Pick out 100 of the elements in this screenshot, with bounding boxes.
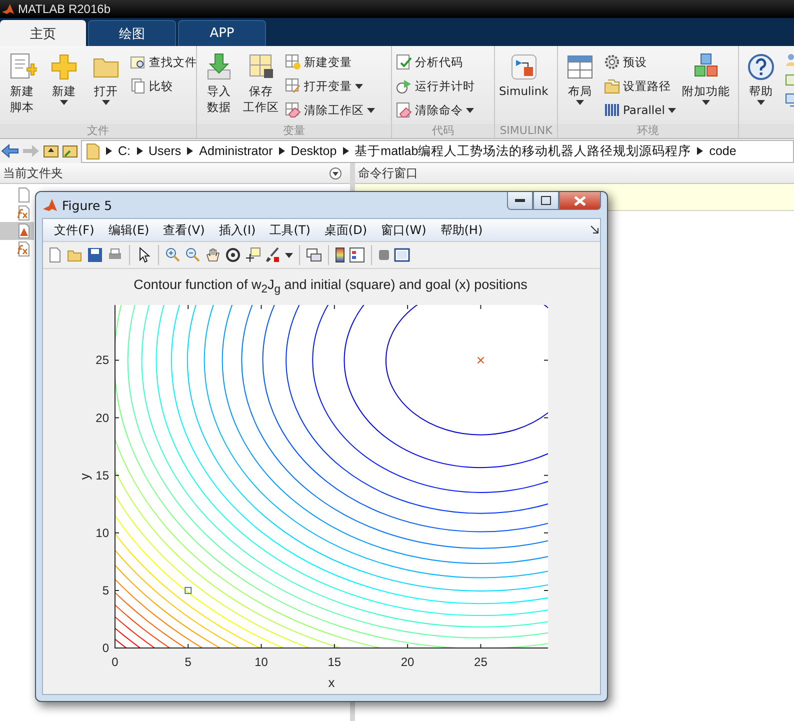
colorbar-icon[interactable]: [335, 247, 345, 263]
help-icon: [746, 52, 776, 82]
axis-label: y: [76, 473, 92, 480]
ribbon-button[interactable]: 布局: [562, 50, 598, 105]
ribbon-button[interactable]: 新建: [46, 50, 82, 105]
stopwatch-icon: [396, 78, 412, 94]
minimize-button[interactable]: [507, 192, 533, 210]
ribbon-tab[interactable]: 主页: [0, 20, 86, 46]
address-bar[interactable]: C: Users Administrator Desktop 基于matlab编程人工势场法的移动机器人路径规划源码程序 code: [81, 140, 794, 162]
maximize-button[interactable]: [533, 192, 559, 210]
ribbon-button[interactable]: 查找文件: [130, 52, 197, 72]
menu-item[interactable]: 帮助(H): [433, 222, 490, 238]
caret-icon[interactable]: [355, 84, 363, 88]
minimize-icon: [515, 198, 525, 202]
save-icon[interactable]: [87, 247, 103, 263]
ribbon-button[interactable]: 比较: [130, 76, 197, 96]
ribbon-button[interactable]: 导入 数据: [201, 50, 237, 114]
close-button[interactable]: [559, 192, 601, 210]
ribbon-button[interactable]: 设置路径: [604, 76, 676, 96]
link-icon[interactable]: [306, 247, 322, 263]
brush-icon[interactable]: [265, 247, 281, 263]
chevron-right-icon: [106, 147, 112, 155]
caret-icon[interactable]: [668, 108, 676, 112]
tick-label: 0: [111, 655, 118, 669]
path-segment[interactable]: 基于matlab编程人工势场法的移动机器人路径规划源码程序: [354, 142, 692, 160]
path-segment[interactable]: code: [709, 144, 736, 158]
path-segment[interactable]: Administrator: [199, 144, 273, 158]
ribbon-tab[interactable]: APP: [178, 20, 266, 46]
ribbon-button[interactable]: 预设: [604, 52, 676, 72]
menu-item[interactable]: 窗口(W): [374, 222, 434, 238]
compare-icon: [130, 78, 146, 94]
ribbon-button[interactable]: 保存 工作区: [243, 50, 279, 114]
menu-item[interactable]: 插入(I): [212, 222, 263, 238]
path-segment[interactable]: Desktop: [290, 144, 337, 158]
chart-title: Contour function of w$_{2}$J$_{g}$ and initial (square) and goal (x) positions: [132, 277, 528, 298]
ribbon-button[interactable]: 新建 脚本: [4, 50, 40, 114]
ribbon-button[interactable]: 打开: [88, 50, 124, 105]
zoom-in-icon[interactable]: [165, 247, 181, 263]
panel-title: 当前文件夹: [3, 164, 63, 182]
collapse-icon[interactable]: [329, 166, 342, 180]
browse-folder-icon[interactable]: [62, 143, 78, 159]
ribbon-button[interactable]: 帮助: [743, 50, 779, 105]
square-icon[interactable]: [378, 249, 390, 261]
caret-icon[interactable]: [367, 108, 375, 112]
tick-label: 25: [95, 353, 108, 368]
group-label: SIMULINK: [495, 124, 557, 138]
ribbon-button[interactable]: 新建变量: [285, 52, 375, 72]
legend-icon[interactable]: [349, 247, 365, 263]
menu-item[interactable]: 查看(V): [156, 222, 212, 238]
new-variable-icon: [285, 54, 301, 70]
ribbon-button[interactable]: 清除命令: [396, 100, 475, 120]
caret-icon[interactable]: [702, 100, 710, 105]
menu-item[interactable]: 工具(T): [262, 222, 318, 238]
back-arrow-icon[interactable]: [1, 143, 19, 159]
ribbon-tab[interactable]: 绘图: [88, 20, 176, 46]
eraser-icon: [396, 102, 412, 118]
caret-icon[interactable]: [576, 100, 584, 105]
zoom-out-icon[interactable]: [185, 247, 201, 263]
group-label: 环境: [558, 124, 738, 138]
panel-icon[interactable]: [394, 247, 410, 263]
find-file-icon: [130, 54, 146, 70]
path-segment[interactable]: C:: [118, 144, 130, 158]
caret-icon[interactable]: [285, 252, 293, 258]
caret-icon[interactable]: [60, 100, 68, 105]
tick-label: 15: [95, 468, 108, 482]
ribbon-button[interactable]: 分析代码: [396, 52, 475, 72]
group-label: 代码: [392, 124, 494, 138]
dock-arrow-icon[interactable]: [590, 225, 600, 235]
file-row[interactable]: [0, 222, 34, 240]
menu-item[interactable]: 桌面(D): [317, 222, 374, 238]
axis-label: x: [328, 675, 334, 690]
ribbon-button[interactable]: 打开变量: [285, 76, 375, 96]
up-folder-icon[interactable]: [43, 143, 59, 159]
open-variable-icon: [285, 78, 301, 94]
tick-label: 20: [95, 410, 108, 425]
tick-label: 5: [102, 583, 108, 598]
ribbon-button[interactable]: 清除工作区: [285, 100, 375, 120]
tick-label: 20: [400, 655, 414, 669]
hand-icon[interactable]: [205, 247, 221, 263]
chevron-right-icon: [136, 147, 142, 155]
menu-item[interactable]: 文件(F): [47, 222, 102, 238]
ribbon-button[interactable]: Simulink: [499, 50, 548, 98]
group-footer: [739, 124, 794, 138]
menu-item[interactable]: 编辑(E): [101, 222, 156, 238]
caret-icon[interactable]: [466, 108, 474, 112]
chevron-right-icon: [187, 147, 194, 155]
caret-icon[interactable]: [102, 100, 110, 105]
ribbon-button[interactable]: 附加功能: [682, 50, 730, 105]
close-icon: [574, 196, 586, 206]
data-cursor-icon[interactable]: [245, 247, 261, 263]
window-title: MATLAB R2016b: [18, 2, 110, 16]
ribbon-button[interactable]: 运行并计时: [396, 76, 475, 96]
window-title: Figure 5: [62, 198, 114, 212]
caret-icon[interactable]: [757, 100, 765, 105]
path-segment[interactable]: Users: [148, 144, 182, 158]
file-icon: [16, 187, 32, 203]
new-file-icon[interactable]: [47, 247, 63, 263]
ribbon-button[interactable]: Parallel: [604, 100, 676, 120]
figure-file-icon: [16, 223, 32, 239]
eraser-icon: [285, 102, 301, 118]
